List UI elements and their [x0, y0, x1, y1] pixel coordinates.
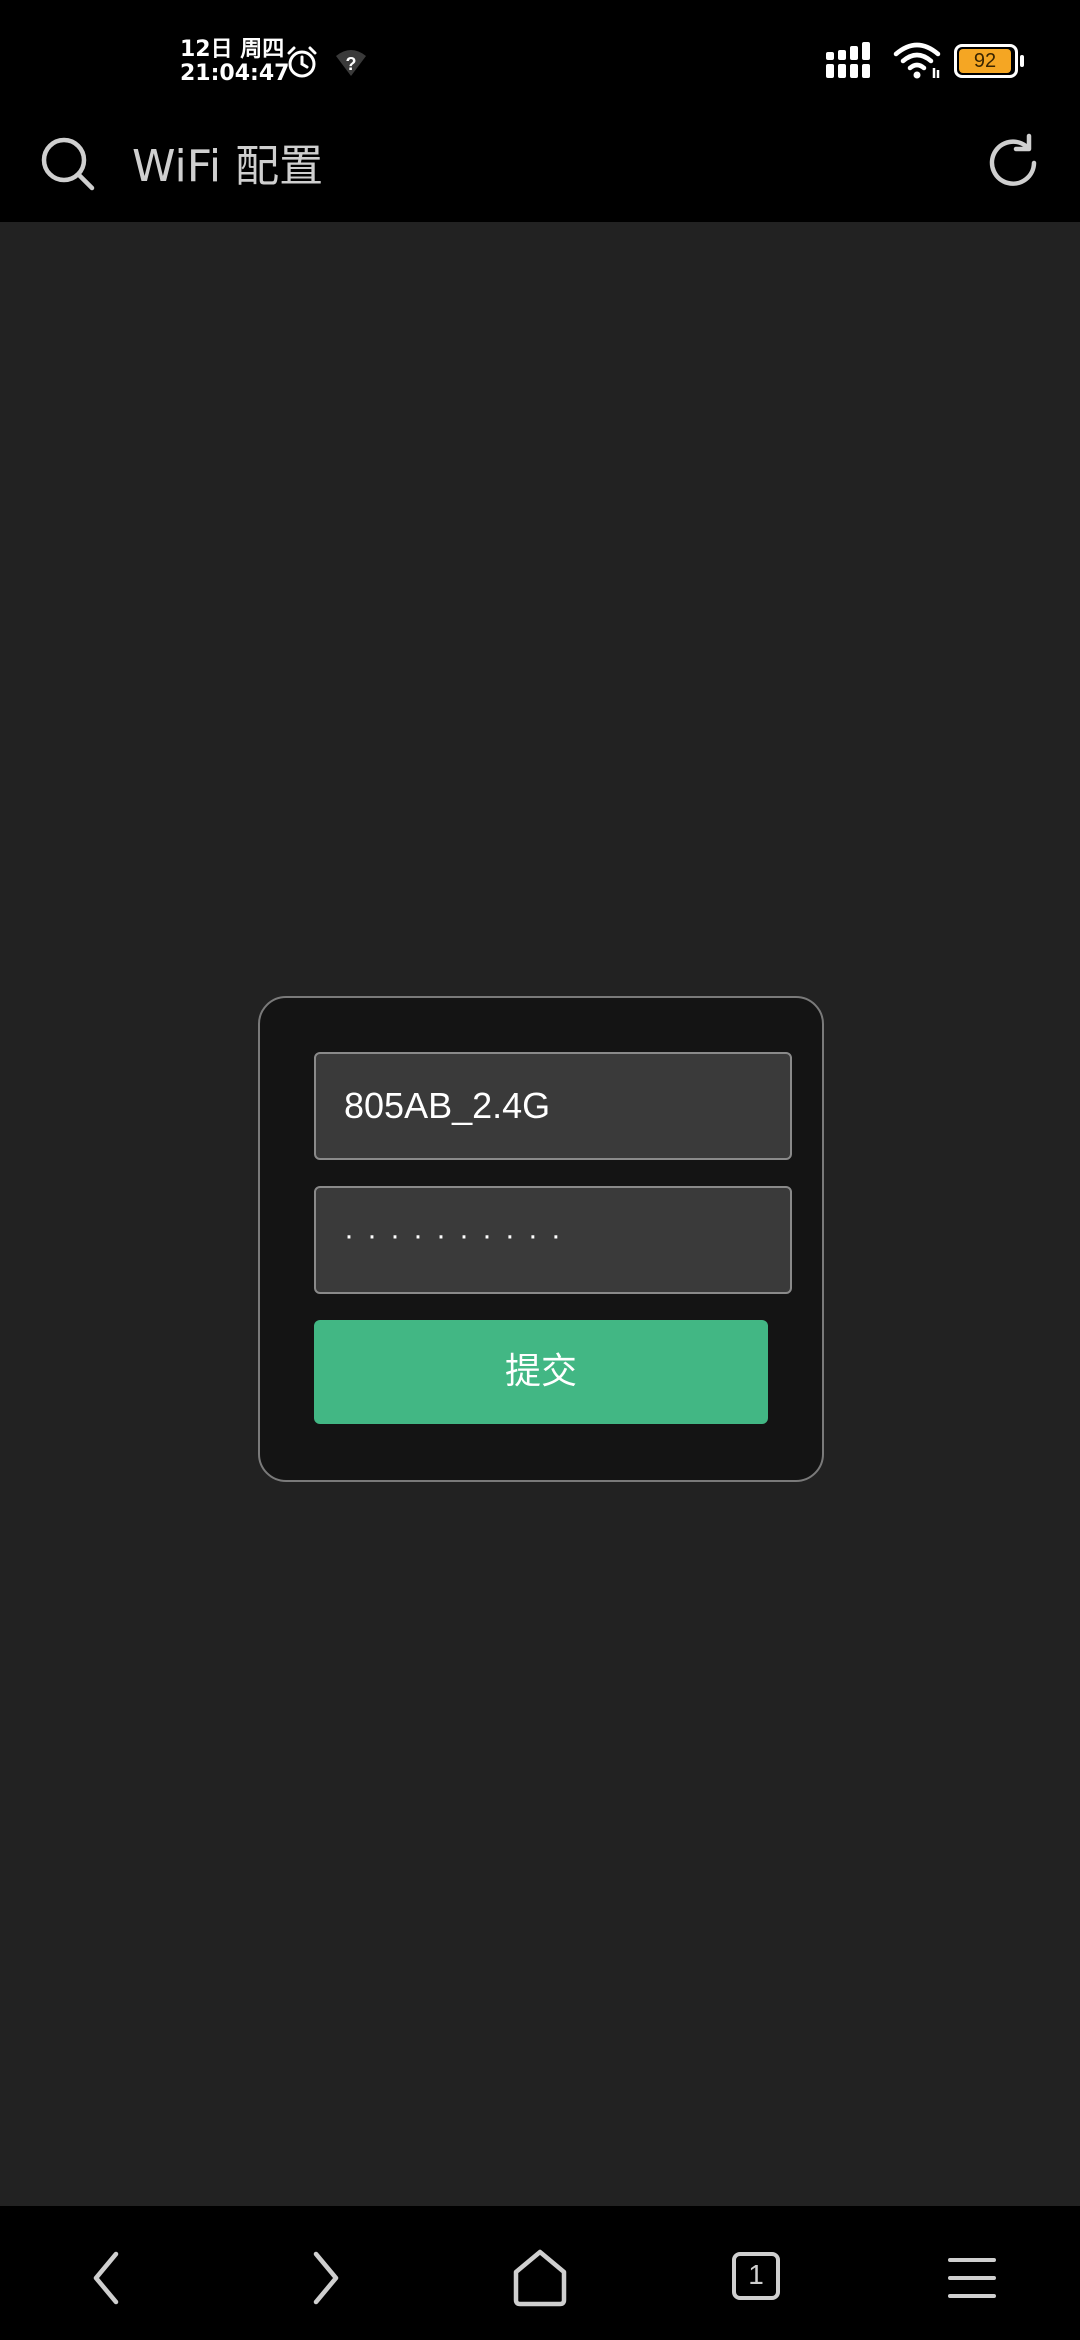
app-header: WiFi 配置 — [0, 112, 1080, 222]
screen: 12日 周四 21:04:47 ? 92 WiFi 配置 805AB_2.4G … — [0, 0, 1080, 2340]
forward-icon[interactable] — [288, 2242, 360, 2314]
status-bar: 12日 周四 21:04:47 ? 92 — [0, 0, 1080, 112]
battery-icon: 92 — [954, 44, 1024, 78]
menu-icon[interactable] — [936, 2242, 1008, 2314]
password-input[interactable]: ·········· — [314, 1186, 792, 1294]
page-title: WiFi 配置 — [132, 141, 324, 192]
battery-level: 92 — [973, 50, 997, 72]
search-icon[interactable] — [36, 132, 100, 196]
wifi-question-icon: ? — [336, 50, 366, 76]
wifi-config-form: 805AB_2.4G ·········· 提交 — [258, 996, 824, 1482]
home-icon[interactable] — [504, 2242, 576, 2314]
wifi-icon — [893, 42, 941, 79]
bottom-nav: 1 — [0, 2206, 1080, 2340]
status-time: 21:04:47 — [180, 61, 290, 86]
submit-button[interactable]: 提交 — [314, 1320, 768, 1424]
tabs-button[interactable]: 1 — [732, 2252, 780, 2300]
status-date: 12日 周四 — [180, 37, 285, 62]
alarm-icon — [287, 46, 317, 78]
status-datetime: 12日 周四 21:04:47 — [180, 38, 289, 86]
signal-icon — [826, 42, 870, 78]
ssid-input[interactable]: 805AB_2.4G — [314, 1052, 792, 1160]
refresh-icon[interactable] — [980, 130, 1046, 196]
page-content: 805AB_2.4G ·········· 提交 — [0, 222, 1080, 2206]
back-icon[interactable] — [72, 2242, 144, 2314]
svg-text:?: ? — [346, 54, 357, 74]
tab-count: 1 — [748, 2259, 764, 2290]
